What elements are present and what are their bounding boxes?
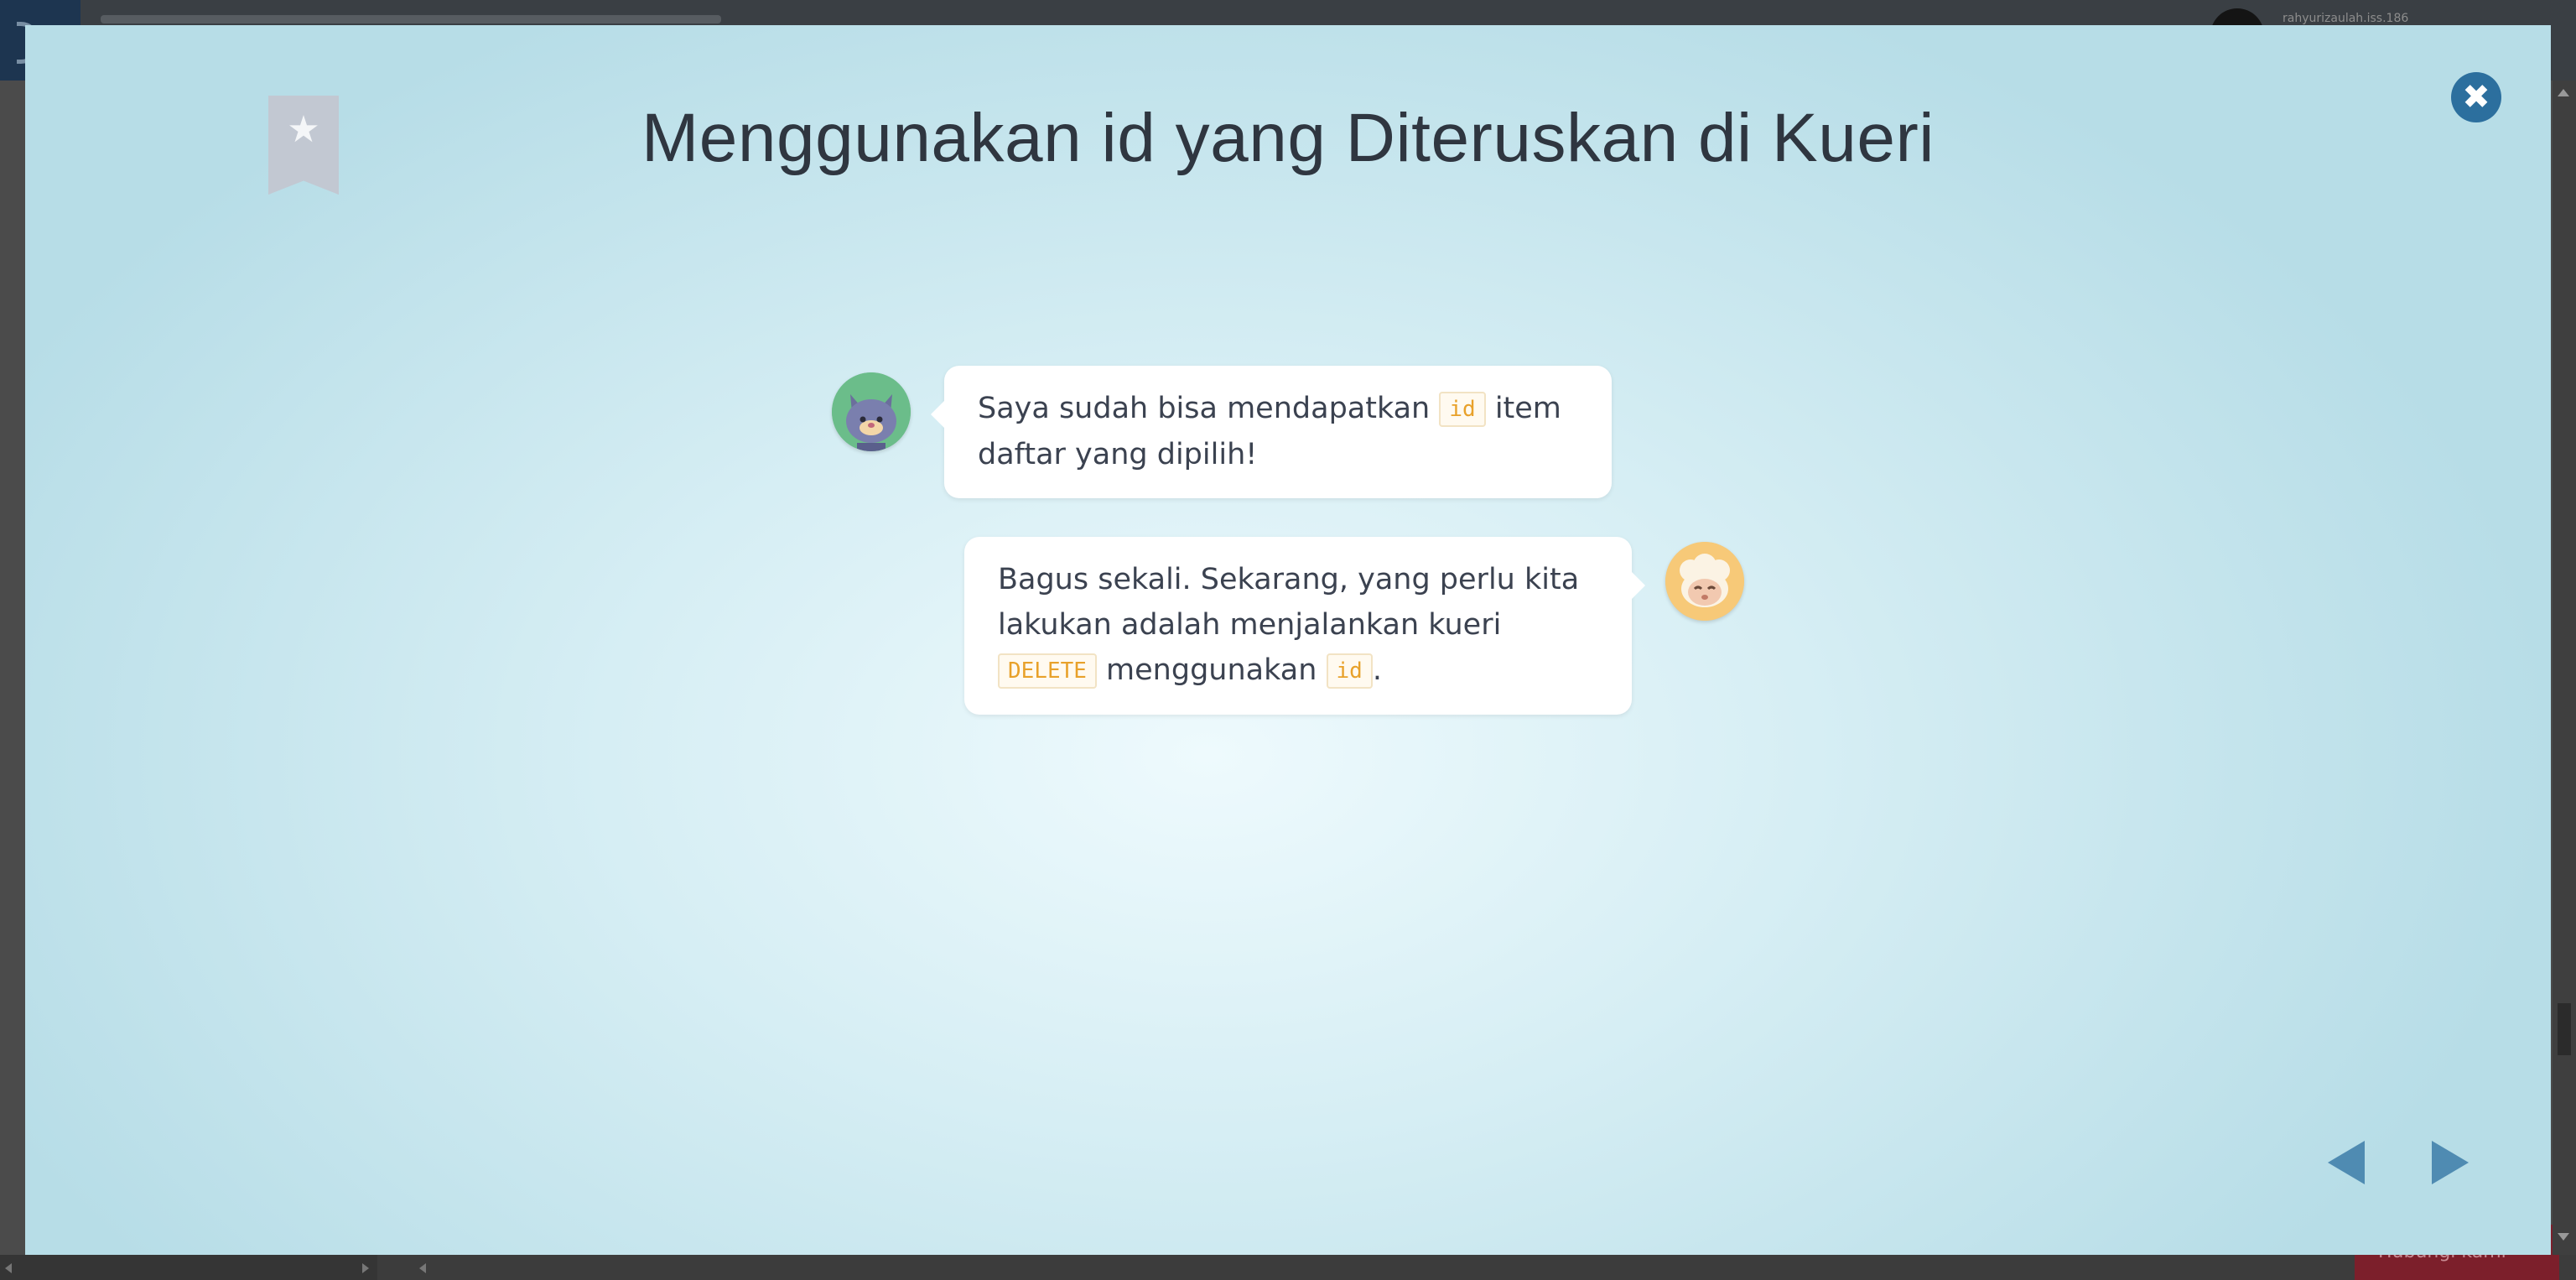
username-label: rahyurizaulah.iss.186 xyxy=(2283,12,2409,25)
sheep-avatar xyxy=(1665,542,1744,621)
scrollbar-thumb[interactable] xyxy=(2558,1003,2571,1055)
bottom-left-panel xyxy=(0,1255,377,1280)
inline-code: id xyxy=(1439,392,1486,427)
slide-title: Menggunakan id yang Diteruskan di Kueri xyxy=(641,100,1935,176)
sheep-icon xyxy=(1665,542,1744,621)
scroll-left-icon[interactable] xyxy=(5,1263,12,1273)
app-bottom-bar xyxy=(0,1255,2576,1280)
scrollbar[interactable] xyxy=(2553,81,2576,1255)
scroll-down-icon[interactable] xyxy=(2558,1233,2569,1241)
inline-code: id xyxy=(1326,653,1373,689)
chat-bubble-sheep: Bagus sekali. Sekarang, yang perlu kita … xyxy=(964,537,1645,715)
message-text: Bagus sekali. Sekarang, yang perlu kita … xyxy=(998,563,1580,642)
lesson-modal: ★ Menggunakan id yang Diteruskan di Kuer… xyxy=(25,25,2551,1255)
message-text: Saya sudah bisa mendapatkan xyxy=(978,392,1440,425)
triangle-right-icon[interactable] xyxy=(2432,1141,2469,1184)
inline-code: DELETE xyxy=(998,653,1097,689)
scroll-left-icon[interactable] xyxy=(419,1263,426,1273)
close-icon[interactable]: ✖ xyxy=(2451,72,2501,122)
scroll-up-icon[interactable] xyxy=(2558,89,2569,96)
message-text: . xyxy=(1372,653,1382,687)
cat-icon xyxy=(832,372,911,451)
chat-bubble-cat: Saya sudah bisa mendapatkan id item daft… xyxy=(931,366,1612,498)
app-search-bar[interactable] xyxy=(101,15,721,23)
scroll-right-icon[interactable] xyxy=(362,1263,369,1273)
triangle-left-icon[interactable] xyxy=(2328,1141,2365,1184)
cat-avatar xyxy=(832,372,911,451)
message-text: menggunakan xyxy=(1096,653,1327,687)
